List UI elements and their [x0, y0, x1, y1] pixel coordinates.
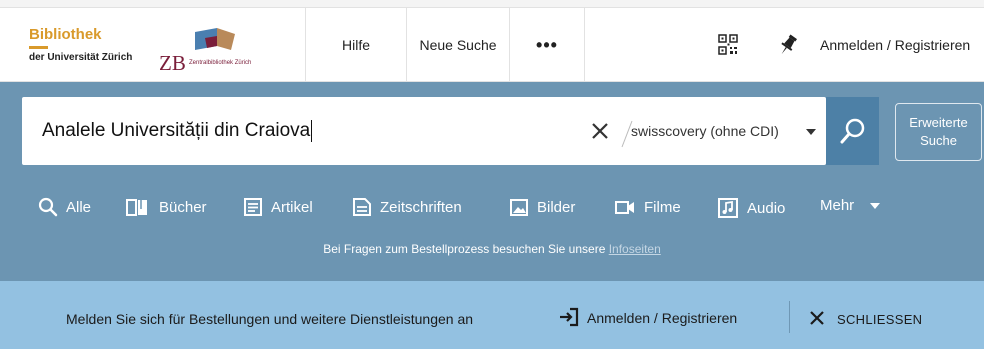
help-label: Hilfe: [341, 37, 370, 53]
zb-logo-mark-icon: [195, 28, 235, 50]
video-icon: [615, 201, 634, 214]
search-area: Analele Universității din Craiova swissc…: [0, 82, 984, 281]
search-scope-select[interactable]: swisscovery (ohne CDI): [631, 123, 779, 139]
header-login-label: Anmelden / Registrieren: [820, 37, 971, 53]
top-strip: [0, 0, 984, 8]
new-search-link[interactable]: Neue Suche: [406, 8, 509, 82]
header-login-link[interactable]: Anmelden / Registrieren: [820, 8, 984, 82]
more-label: •••: [536, 34, 558, 55]
uzh-logo-bar: [29, 46, 48, 49]
zb-logo-text: ZB: [159, 51, 186, 75]
order-info-text: Bei Fragen zum Bestellprozess besuchen S…: [323, 242, 606, 256]
close-icon[interactable]: [808, 309, 826, 327]
new-search-label: Neue Suche: [419, 37, 497, 53]
login-banner-message: Melden Sie sich für Bestellungen und wei…: [66, 311, 474, 327]
more-menu-button[interactable]: •••: [509, 8, 585, 82]
header-bar: Bibliothek der Universität Zürich ZB Zen…: [0, 8, 984, 82]
category-label: Filme: [644, 198, 681, 216]
pin-favorites-button[interactable]: [770, 8, 806, 82]
category-books[interactable]: Bücher: [125, 197, 207, 217]
qr-code-icon: [718, 34, 738, 55]
pin-icon: [781, 34, 797, 55]
uzh-library-logo[interactable]: Bibliothek der Universität Zürich: [29, 27, 139, 67]
category-journals[interactable]: Zeitschriften: [352, 197, 462, 217]
search-scope-value: swisscovery (ohne CDI): [631, 123, 779, 139]
category-label: Zeitschriften: [380, 198, 462, 216]
category-more[interactable]: Mehr: [820, 197, 882, 214]
qr-code-button[interactable]: [708, 8, 748, 82]
category-audio[interactable]: Audio: [717, 197, 785, 219]
help-link[interactable]: Hilfe: [305, 8, 406, 82]
audio-icon: [718, 198, 738, 218]
uzh-logo-subtitle: der Universität Zürich: [29, 52, 133, 63]
zb-logo-subtitle: Zentralbibliothek Zürich: [189, 60, 252, 66]
advanced-search-label-1: Erweiterte: [909, 115, 968, 130]
zb-library-logo[interactable]: ZB Zentralbibliothek Zürich: [159, 28, 284, 75]
order-info-line: Bei Fragen zum Bestellprozess besuchen S…: [0, 242, 984, 256]
chevron-down-icon: [870, 202, 881, 209]
category-label: Bilder: [537, 198, 576, 216]
search-submit-button[interactable]: [826, 97, 879, 165]
banner-close-button[interactable]: SCHLIESSEN: [837, 312, 922, 327]
search-input[interactable]: Analele Universității din Craiova: [42, 120, 313, 142]
chevron-down-icon[interactable]: [806, 129, 816, 135]
category-label: Alle: [66, 198, 92, 216]
search-box[interactable]: Analele Universității din Craiova swissc…: [22, 97, 826, 165]
banner-divider: [789, 301, 790, 333]
info-pages-link[interactable]: Infoseiten: [609, 242, 661, 256]
journal-icon: [353, 198, 371, 216]
banner-login-link[interactable]: Anmelden / Registrieren: [587, 310, 737, 326]
sign-in-icon[interactable]: [558, 306, 580, 328]
advanced-search-label-2: Suche: [920, 133, 957, 148]
category-images[interactable]: Bilder: [509, 197, 575, 217]
search-query-text: Analele Universității din Craiova: [42, 120, 311, 142]
clear-search-icon[interactable]: [588, 119, 612, 143]
category-all[interactable]: Alle: [38, 197, 91, 217]
category-label: Bücher: [159, 198, 207, 216]
login-banner: Melden Sie sich für Bestellungen und wei…: [0, 281, 984, 349]
book-icon: [126, 199, 147, 216]
uzh-logo-title: Bibliothek: [29, 26, 102, 43]
category-articles[interactable]: Artikel: [243, 197, 313, 217]
article-icon: [244, 198, 262, 216]
search-icon: [840, 118, 864, 144]
advanced-search-button[interactable]: Erweiterte Suche: [895, 103, 982, 161]
category-bar: Alle Bücher Artikel Zeitschriften Bilder…: [0, 194, 984, 224]
category-label: Artikel: [271, 198, 313, 216]
search-icon: [38, 197, 58, 217]
image-icon: [510, 199, 528, 216]
text-cursor: [311, 120, 313, 142]
category-label: Mehr: [820, 197, 855, 214]
category-films[interactable]: Filme: [614, 197, 681, 217]
category-label: Audio: [747, 199, 786, 217]
